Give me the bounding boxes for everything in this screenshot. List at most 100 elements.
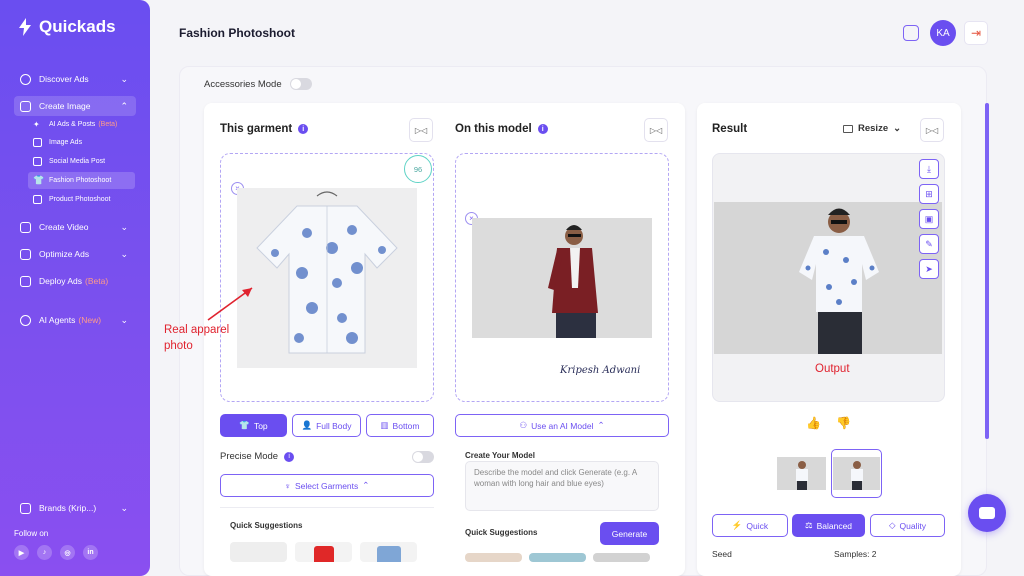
- use-ai-model-button[interactable]: ⚇ Use an AI Model ⌃: [455, 414, 669, 437]
- precise-mode: Precise Mode i: [220, 451, 295, 462]
- send-button[interactable]: ➤: [919, 259, 939, 279]
- avatar[interactable]: KA: [930, 20, 956, 46]
- sidebar-item-deploy-ads[interactable]: Deploy Ads (Beta): [14, 271, 136, 291]
- generate-label: Generate: [611, 528, 648, 539]
- quick-label: Quick: [746, 520, 769, 531]
- sidebar-subitem-label: Product Photoshoot: [49, 196, 111, 203]
- sidebar-item-ai-agents[interactable]: AI Agents (New) ⌄: [14, 310, 136, 330]
- add-image-button[interactable]: ⊞: [919, 184, 939, 204]
- model-suggestion-thumb[interactable]: [593, 553, 650, 562]
- sidebar-item-optimize-ads[interactable]: Optimize Ads ⌄: [14, 244, 136, 264]
- youtube-icon[interactable]: ▶: [14, 545, 29, 560]
- select-garments-label: Select Garments: [294, 480, 359, 491]
- quality-mode-button[interactable]: ◇ Quality: [870, 514, 945, 537]
- instagram-icon[interactable]: ◎: [60, 545, 75, 560]
- box-icon: [33, 195, 42, 204]
- result-compare-button[interactable]: ▷◁: [920, 118, 944, 142]
- thumbs-up-icon[interactable]: 👍: [806, 416, 821, 430]
- ai-model-icon: ⚇: [519, 420, 528, 430]
- garment-title-text: This garment: [220, 123, 293, 135]
- suggestion-thumb[interactable]: [295, 542, 352, 562]
- logout-icon: ⇥: [970, 26, 982, 40]
- result-thumbnail-1[interactable]: [777, 457, 826, 490]
- sidebar-item-label: Discover Ads: [39, 74, 89, 84]
- suggestion-thumb[interactable]: [360, 542, 417, 562]
- garment-quick-suggestions-label: Quick Suggestions: [230, 521, 303, 530]
- garment-title: This garment i: [220, 123, 309, 135]
- samples-label: Samples: 2: [834, 549, 877, 559]
- annotation-arrow: [207, 287, 253, 321]
- precise-mode-toggle[interactable]: [412, 451, 434, 463]
- thumbs-down-icon[interactable]: 👎: [836, 416, 851, 430]
- page-title: Fashion Photoshoot: [179, 26, 295, 40]
- model-description-input[interactable]: Describe the model and click Generate (e…: [465, 461, 659, 511]
- full-body-label: Full Body: [316, 420, 352, 431]
- logout-button[interactable]: ⇥: [964, 21, 988, 45]
- sidebar-subitem-image-ads[interactable]: Image Ads: [28, 134, 135, 151]
- sidebar-subitem-ai-ads-posts[interactable]: ✦ AI Ads & Posts (Beta): [28, 116, 135, 133]
- balanced-mode-button[interactable]: ⚖ Balanced: [792, 514, 865, 537]
- full-body-button[interactable]: 👤 Full Body: [292, 414, 361, 437]
- sidebar-item-label: Deploy Ads (Beta): [39, 276, 109, 286]
- info-icon[interactable]: i: [284, 451, 295, 462]
- sidebar-item-label: Brands (Krip...): [39, 503, 97, 513]
- seed-label: Seed: [712, 549, 732, 559]
- compare-button[interactable]: ▷◁: [409, 118, 433, 142]
- garment-image: [237, 188, 417, 368]
- blue-shirt-thumb: [376, 546, 401, 562]
- resize-label: Resize: [858, 123, 889, 134]
- hanger-icon: ♆: [284, 480, 291, 491]
- top-button[interactable]: 👕 Top: [220, 414, 287, 437]
- result-image: [714, 202, 942, 354]
- scrollbar[interactable]: [985, 103, 989, 439]
- resize-dropdown[interactable]: Resize ⌄: [843, 123, 901, 134]
- chevron-down-icon: ⌄: [893, 123, 902, 134]
- bottom-label: Bottom: [392, 420, 420, 431]
- sidebar-subitem-fashion-photoshoot[interactable]: 👕 Fashion Photoshoot: [28, 172, 135, 189]
- edit-button[interactable]: ✎: [919, 234, 939, 254]
- compass-icon: [20, 73, 31, 85]
- rocket-icon: [20, 275, 31, 287]
- brand-logo[interactable]: Quickads: [18, 17, 116, 37]
- info-icon[interactable]: i: [298, 124, 309, 134]
- sidebar-item-create-video[interactable]: Create Video ⌄: [14, 217, 136, 237]
- accessories-mode-label: Accessories Mode: [204, 78, 282, 90]
- split-icon: ▷◁: [649, 125, 663, 135]
- model-suggestion-thumb[interactable]: [465, 553, 522, 562]
- home-icon[interactable]: [903, 25, 919, 41]
- quick-mode-button[interactable]: ⚡ Quick: [712, 514, 788, 537]
- sidebar-item-brands[interactable]: Brands (Krip...) ⌄: [14, 498, 136, 518]
- sidebar-item-create-image[interactable]: Create Image ⌃: [14, 96, 136, 116]
- send-icon: ➤: [925, 263, 933, 274]
- shirt-icon: 👕: [239, 420, 250, 430]
- tiktok-icon[interactable]: ♪: [37, 545, 52, 560]
- edit-icon: ✎: [925, 238, 933, 249]
- sidebar-subitem-social-media-post[interactable]: Social Media Post: [28, 153, 135, 170]
- chevron-down-icon: ⌄: [120, 314, 128, 325]
- accessories-mode-toggle[interactable]: [289, 78, 312, 90]
- person-icon: 👤: [301, 420, 313, 430]
- balanced-label: Balanced: [816, 520, 853, 531]
- chevron-down-icon: ⌄: [120, 221, 128, 232]
- info-icon[interactable]: i: [537, 124, 548, 134]
- select-garments-button[interactable]: ♆ Select Garments ⌃: [220, 474, 434, 497]
- save-button[interactable]: ▣: [919, 209, 939, 229]
- generate-button[interactable]: Generate: [600, 522, 659, 545]
- score-badge: 96: [404, 155, 432, 183]
- model-compare-button[interactable]: ▷◁: [644, 118, 668, 142]
- suggestion-thumb[interactable]: [230, 542, 287, 562]
- model-suggestion-thumb[interactable]: [529, 553, 586, 562]
- sparkle-icon: ✦: [33, 120, 40, 129]
- follow-label: Follow on: [14, 529, 49, 538]
- linkedin-icon[interactable]: in: [83, 545, 98, 560]
- download-button[interactable]: ⤓: [919, 159, 939, 179]
- bottom-button[interactable]: ▥ Bottom: [366, 414, 434, 437]
- bolt-icon: ⚡: [731, 520, 743, 530]
- accessories-mode: Accessories Mode: [204, 78, 312, 90]
- sidebar-subitem-product-photoshoot[interactable]: Product Photoshoot: [28, 191, 135, 208]
- sidebar-item-discover-ads[interactable]: Discover Ads ⌄: [14, 69, 136, 89]
- save-icon: ▣: [924, 213, 934, 224]
- red-shirt-thumb: [313, 546, 334, 562]
- chat-button[interactable]: [968, 494, 1006, 532]
- chevron-down-icon: ⌄: [120, 248, 128, 259]
